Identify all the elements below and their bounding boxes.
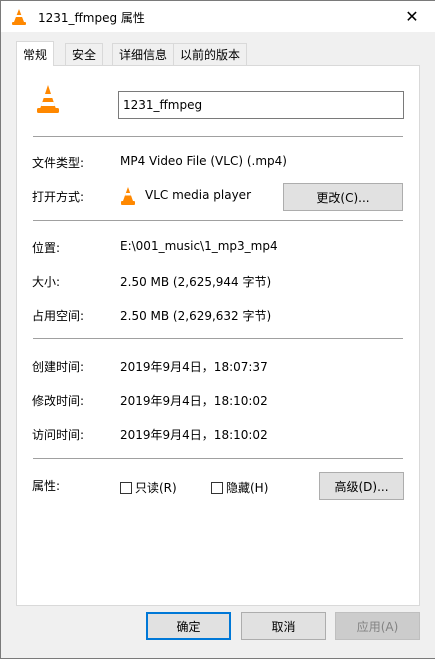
accessed-label: 访问时间: — [32, 428, 85, 442]
checkbox-box[interactable] — [120, 481, 132, 494]
close-button[interactable]: ✕ — [389, 1, 435, 32]
hidden-label: 隐藏(H) — [226, 481, 269, 495]
checkbox-box[interactable] — [211, 481, 223, 494]
vlc-cone-icon — [121, 187, 135, 205]
attributes-label: 属性: — [32, 479, 61, 493]
modified-value: 2019年9月4日，18:10:02 — [120, 394, 268, 408]
vlc-cone-icon — [12, 9, 26, 25]
divider — [33, 458, 403, 459]
size-label: 大小: — [32, 275, 61, 289]
opens-with-label: 打开方式: — [32, 190, 85, 204]
location-value: E:\001_music\1_mp3_mp4 — [120, 239, 278, 253]
size-on-disk-value: 2.50 MB (2,629,632 字节) — [120, 309, 272, 323]
hidden-checkbox[interactable]: 隐藏(H) — [211, 479, 268, 496]
file-type-label: 文件类型: — [32, 156, 85, 170]
advanced-button[interactable]: 高级(D)... — [319, 472, 404, 500]
opens-with-value: VLC media player — [145, 188, 252, 202]
modified-label: 修改时间: — [32, 394, 85, 408]
tab-general[interactable]: 常规 — [16, 41, 55, 66]
divider — [33, 136, 403, 137]
tab-security[interactable]: 安全 — [65, 43, 104, 65]
accessed-value: 2019年9月4日，18:10:02 — [120, 428, 268, 442]
cancel-button[interactable]: 取消 — [241, 612, 326, 640]
ok-button[interactable]: 确定 — [146, 612, 231, 640]
readonly-checkbox[interactable]: 只读(R) — [120, 479, 177, 496]
apply-button[interactable]: 应用(A) — [335, 612, 420, 640]
general-panel: 1231_ffmpeg 文件类型: MP4 Video File (VLC) (… — [16, 65, 420, 606]
divider — [33, 338, 403, 339]
window-title: 1231_ffmpeg 属性 — [38, 11, 145, 25]
change-button[interactable]: 更改(C)... — [283, 183, 403, 211]
tab-details[interactable]: 详细信息 — [112, 43, 175, 65]
tab-previous-versions[interactable]: 以前的版本 — [173, 43, 248, 65]
title-bar[interactable]: 1231_ffmpeg 属性 ✕ — [1, 1, 435, 32]
location-label: 位置: — [32, 241, 61, 255]
divider — [33, 220, 403, 221]
size-on-disk-label: 占用空间: — [32, 309, 85, 323]
size-value: 2.50 MB (2,625,944 字节) — [120, 275, 272, 289]
file-type-value: MP4 Video File (VLC) (.mp4) — [120, 154, 287, 168]
vlc-cone-icon — [37, 85, 59, 113]
properties-dialog: 1231_ffmpeg 属性 ✕ 常规 安全 详细信息 以前的版本 1231_f… — [0, 0, 435, 659]
created-label: 创建时间: — [32, 360, 85, 374]
created-value: 2019年9月4日，18:07:37 — [120, 360, 268, 374]
file-name-field[interactable]: 1231_ffmpeg — [118, 91, 404, 119]
readonly-label: 只读(R) — [135, 481, 177, 495]
